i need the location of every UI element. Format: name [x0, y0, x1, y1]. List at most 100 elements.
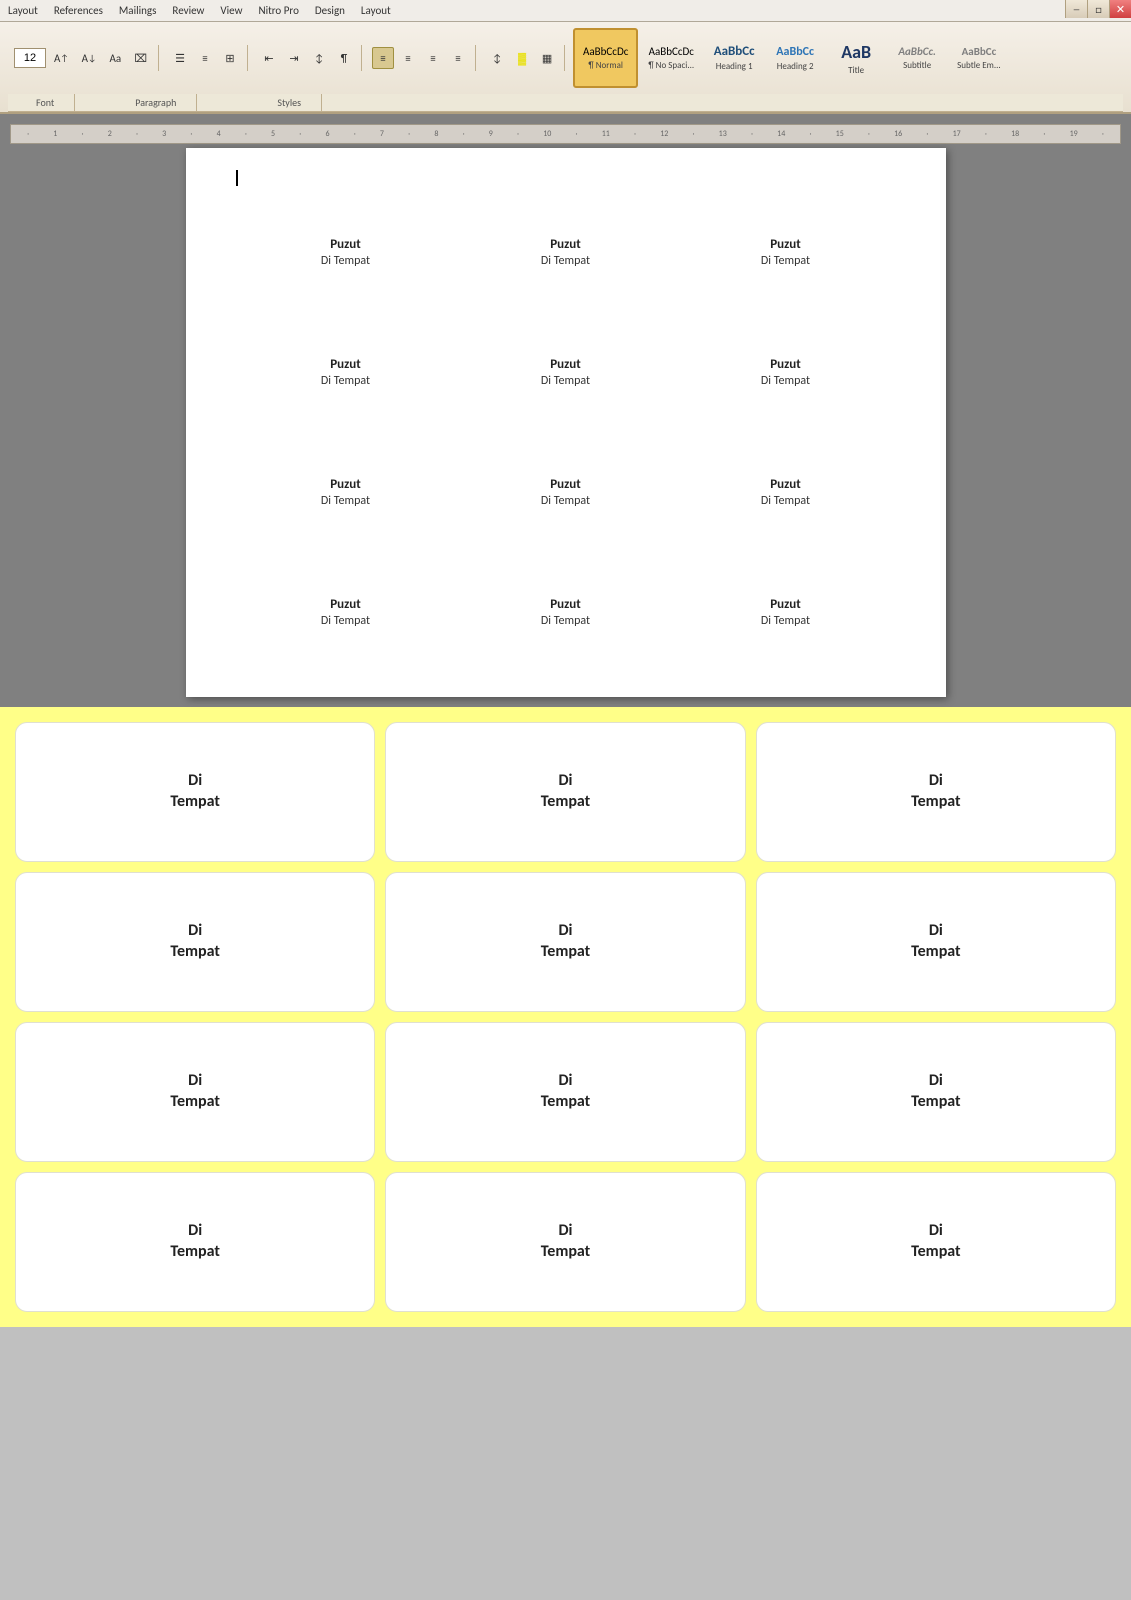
borders-btn[interactable]: ▦ — [536, 47, 558, 69]
sticker-cell-0-0: Di Tempat — [15, 722, 375, 862]
bullets-btn[interactable]: ☰ — [169, 47, 191, 69]
sticker-text-3-0: Di Tempat — [170, 1221, 220, 1263]
increase-indent-btn[interactable]: ⇥ — [283, 47, 305, 69]
doc-cell-subtitle-1-1: Di Tempat — [541, 374, 590, 388]
text-cursor — [236, 170, 238, 186]
doc-cell-title-1-1: Puzut — [550, 357, 580, 372]
sticker-text-1-1: Di Tempat — [541, 921, 591, 963]
grow-font-btn[interactable]: A↑ — [49, 47, 74, 69]
sticker-text-2-0: Di Tempat — [170, 1071, 220, 1113]
doc-cell-0-2: PuzutDi Tempat — [676, 197, 896, 317]
doc-cell-1-2: PuzutDi Tempat — [676, 317, 896, 437]
line-spacing-btn[interactable]: ↕ — [486, 47, 508, 69]
sticker-cell-1-0: Di Tempat — [15, 872, 375, 1012]
align-left-btn[interactable]: ≡ — [372, 47, 394, 69]
menu-mailings[interactable]: Mailings — [119, 4, 157, 17]
font-size-input[interactable] — [14, 48, 46, 68]
doc-cell-1-0: PuzutDi Tempat — [236, 317, 456, 437]
sticker-text-1-0: Di Tempat — [170, 921, 220, 963]
doc-page[interactable]: Puzut Di Tempat Puzut Di Tempat Puzut Di Temp… — [186, 148, 946, 697]
doc-cell-subtitle-1-2: Di Tempat — [761, 374, 810, 388]
menu-design[interactable]: Design — [315, 4, 345, 17]
styles-section-label: Styles — [197, 94, 322, 111]
font-section-label: Font — [16, 94, 75, 111]
list-group: ☰ ≡ ⊞ — [163, 45, 248, 71]
menu-bar: Layout References Mailings Review View N… — [0, 0, 1131, 22]
clear-format-btn[interactable]: ⌧ — [129, 47, 152, 69]
menu-view[interactable]: View — [220, 4, 242, 17]
sticker-cell-0-1: Di Tempat — [385, 722, 745, 862]
shading-btn[interactable]: ▓ — [511, 47, 533, 69]
style-subtitle-preview: AaBbCc. — [898, 45, 936, 58]
menu-references[interactable]: References — [54, 4, 103, 17]
style-normal[interactable]: AaBbCcDc ¶ Normal — [573, 28, 638, 88]
style-title[interactable]: AaB Title — [826, 28, 886, 88]
sticker-text-3-1: Di Tempat — [541, 1221, 591, 1263]
font-size-group: A↑ A↓ Aa ⌧ — [8, 45, 159, 71]
style-subtle-em[interactable]: AaBbCc Subtle Em... — [948, 28, 1010, 88]
align-right-btn[interactable]: ≡ — [422, 47, 444, 69]
ruler: ·1· 2·3 ·4· 5·6 ·7· 8·9 ·10· 11·12 ·13· … — [10, 124, 1121, 144]
doc-cell-3-0: Puzut Di Tempat — [236, 557, 456, 677]
doc-cell-title-3-0: Puzut — [330, 597, 360, 612]
style-subtleem-label: Subtle Em... — [957, 60, 1001, 71]
doc-cell-2-2: Puzut Di Tempat — [676, 437, 896, 557]
style-subtleem-preview: AaBbCc — [962, 45, 997, 58]
justify-btn[interactable]: ≡ — [447, 47, 469, 69]
doc-cell-subtitle-2-0: Di Tempat — [321, 494, 370, 508]
doc-cell-title-0-0: Puzut — [330, 237, 360, 252]
style-title-preview: AaB — [841, 41, 871, 63]
style-h1-label: Heading 1 — [716, 61, 753, 72]
sticker-text-1-2: Di Tempat — [911, 921, 961, 963]
doc-cell-0-0: PuzutDi Tempat — [236, 197, 456, 317]
doc-cell-subtitle-2-2: Di Tempat — [761, 494, 810, 508]
styles-bar: AaBbCcDc ¶ Normal AaBbCcDc ¶ No Spaci...… — [569, 26, 1014, 90]
sticker-text-2-2: Di Tempat — [911, 1071, 961, 1113]
numbering-btn[interactable]: ≡ — [194, 47, 216, 69]
multilevel-btn[interactable]: ⊞ — [219, 47, 241, 69]
sticker-row-2: Di Tempat Di Tempat Di Tempat — [10, 1017, 1121, 1167]
style-heading1[interactable]: AaBbCc Heading 1 — [704, 28, 764, 88]
style-nospacing-preview: AaBbCcDc — [649, 45, 694, 58]
style-normal-preview: AaBbCcDc — [583, 45, 628, 58]
doc-cell-subtitle-0-2: Di Tempat — [761, 254, 810, 268]
doc-cell-0-1: PuzutDi Tempat — [456, 197, 676, 317]
ruler-marks: ·1· 2·3 ·4· 5·6 ·7· 8·9 ·10· 11·12 ·13· … — [15, 129, 1116, 139]
menu-nitropro[interactable]: Nitro Pro — [258, 4, 298, 17]
show-para-btn[interactable]: ¶ — [333, 47, 355, 69]
doc-cell-2-1: PuzutDi Tempat — [456, 437, 676, 557]
style-nospacing-label: ¶ No Spaci... — [648, 60, 694, 71]
doc-cell-title-2-1: Puzut — [550, 477, 580, 492]
style-subtitle[interactable]: AaBbCc. Subtitle — [887, 28, 947, 88]
close-btn[interactable]: ✕ — [1109, 0, 1131, 18]
ribbon: A↑ A↓ Aa ⌧ ☰ ≡ ⊞ ⇤ ⇥ ↕ ¶ ≡ ≡ ≡ ≡ ↕ ▓ ▦ — [0, 22, 1131, 114]
style-normal-label: ¶ Normal — [588, 60, 623, 71]
doc-cell-title-2-2: Puzut — [770, 477, 800, 492]
menu-layout[interactable]: Layout — [8, 4, 38, 17]
sticker-cell-2-1: Di Tempat — [385, 1022, 745, 1162]
doc-cell-subtitle-3-2: Di Tempat — [761, 614, 810, 628]
align-center-btn[interactable]: ≡ — [397, 47, 419, 69]
sort-btn[interactable]: ↕ — [308, 47, 330, 69]
maximize-btn[interactable]: □ — [1087, 0, 1109, 18]
style-subtitle-label: Subtitle — [903, 60, 931, 71]
shrink-font-btn[interactable]: A↓ — [77, 47, 102, 69]
sticker-text-3-2: Di Tempat — [911, 1221, 961, 1263]
window-controls: ─ □ ✕ — [1065, 0, 1131, 18]
doc-cell-subtitle-3-0: Di Tempat — [321, 614, 370, 628]
menu-review[interactable]: Review — [172, 4, 204, 17]
style-heading2[interactable]: AaBbCc Heading 2 — [765, 28, 825, 88]
menu-layout2[interactable]: Layout — [361, 4, 391, 17]
doc-cell-2-0: PuzutDi Tempat — [236, 437, 456, 557]
sticker-text-0-0: Di Tempat — [170, 771, 220, 813]
style-title-label: Title — [848, 65, 864, 76]
doc-cell-subtitle-0-1: Di Tempat — [541, 254, 590, 268]
decrease-indent-btn[interactable]: ⇤ — [258, 47, 280, 69]
sticker-grid: Di TempatDi TempatDi TempatDi TempatDi T… — [10, 717, 1121, 1317]
sticker-cell-3-1: Di Tempat — [385, 1172, 745, 1312]
font-case-btn[interactable]: Aa — [104, 47, 126, 69]
style-no-spacing[interactable]: AaBbCcDc ¶ No Spaci... — [639, 28, 703, 88]
sticker-cell-2-0: Di Tempat — [15, 1022, 375, 1162]
doc-cell-3-1: PuzutDi Tempat — [456, 557, 676, 677]
minimize-btn[interactable]: ─ — [1065, 0, 1087, 18]
